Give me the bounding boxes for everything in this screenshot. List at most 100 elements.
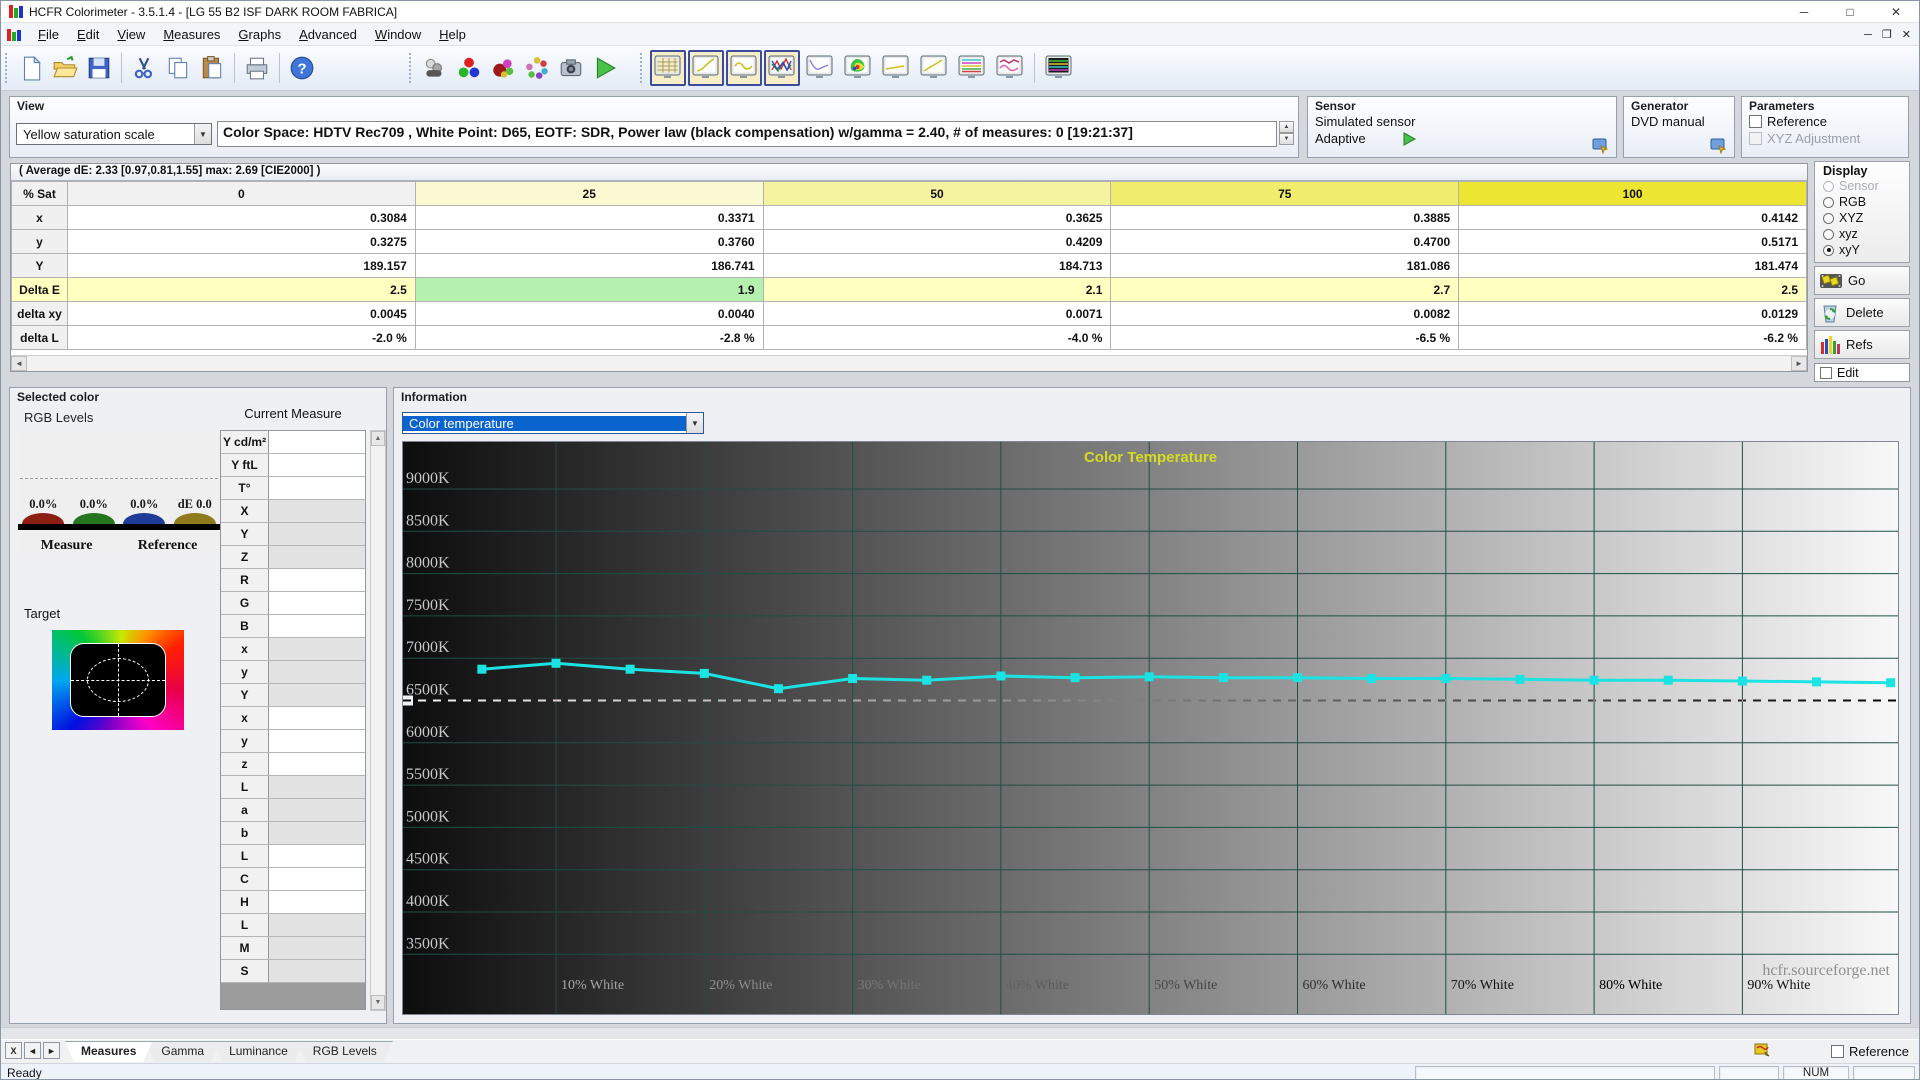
measure-row-value[interactable] <box>269 914 365 936</box>
cut-button[interactable] <box>127 51 161 85</box>
menu-graphs[interactable]: Graphs <box>229 24 290 45</box>
delete-button[interactable]: Delete <box>1814 298 1910 327</box>
radio-icon[interactable] <box>1823 196 1834 208</box>
go-button[interactable]: Go <box>1814 266 1910 295</box>
menu-measures[interactable]: Measures <box>154 24 229 45</box>
measure-row-value[interactable] <box>269 638 365 660</box>
close-tab-button[interactable]: X <box>5 1042 22 1059</box>
table-cell[interactable]: 0.3625 <box>762 205 1112 230</box>
close-button[interactable]: ✕ <box>1873 1 1919 23</box>
measure-row-value[interactable] <box>269 753 365 775</box>
measure-row-value[interactable] <box>269 661 365 683</box>
chevron-down-icon[interactable]: ▼ <box>686 413 703 433</box>
tab-luminance[interactable]: Luminance <box>213 1041 304 1062</box>
view-measures-grid-button[interactable] <box>650 50 686 86</box>
scroll-down-icon[interactable]: ▼ <box>371 995 385 1010</box>
table-cell[interactable]: 0.0045 <box>67 301 416 326</box>
table-cell[interactable]: 181.474 <box>1458 253 1807 278</box>
menu-file[interactable]: File <box>29 24 68 45</box>
menu-edit[interactable]: Edit <box>68 24 108 45</box>
edit-checkbox[interactable]: Edit <box>1814 363 1910 382</box>
refs-button[interactable]: Refs <box>1814 330 1910 359</box>
mdi-close-icon[interactable]: ✕ <box>1902 28 1911 41</box>
table-cell[interactable]: 2.1 <box>762 277 1112 302</box>
table-cell[interactable]: -6.2 % <box>1458 325 1807 350</box>
reference-checkbox[interactable]: Reference <box>1742 114 1908 131</box>
bottom-reference-checkbox[interactable]: Reference <box>1831 1044 1909 1059</box>
scroll-up-icon[interactable]: ▲ <box>371 431 385 446</box>
run-measures-button[interactable] <box>588 51 622 85</box>
table-cell[interactable]: 189.157 <box>67 253 416 278</box>
measure-row-value[interactable] <box>269 937 365 959</box>
about-help-button[interactable]: ? <box>285 51 319 85</box>
table-cell[interactable]: 1.9 <box>414 277 764 302</box>
view-gamma-diag-button[interactable] <box>916 50 952 86</box>
save-button[interactable] <box>82 51 116 85</box>
table-cell[interactable]: 0.4142 <box>1458 205 1807 230</box>
measure-row-value[interactable] <box>269 776 365 798</box>
minimize-button[interactable]: ─ <box>1781 1 1827 23</box>
table-horizontal-scrollbar[interactable]: ◄ ► <box>11 355 1807 371</box>
table-cell[interactable]: 184.713 <box>762 253 1112 278</box>
spinner-up-icon[interactable]: ▲ <box>1279 121 1294 133</box>
measure-row-value[interactable] <box>269 523 365 545</box>
tab-rgb-levels[interactable]: RGB Levels <box>297 1041 393 1062</box>
table-cell[interactable]: 0.3275 <box>67 229 416 254</box>
table-cell[interactable]: 0.3760 <box>414 229 764 254</box>
table-cell[interactable]: 2.5 <box>1458 277 1807 302</box>
open-file-button[interactable] <box>48 51 82 85</box>
table-cell[interactable]: -6.5 % <box>1110 325 1460 350</box>
menu-help[interactable]: Help <box>430 24 475 45</box>
view-nearwhite-curve-button[interactable] <box>726 50 762 86</box>
table-cell[interactable]: 0.0082 <box>1110 301 1460 326</box>
table-cell[interactable]: 0.3084 <box>67 205 416 230</box>
current-measure-scrollbar[interactable]: ▲ ▼ <box>370 430 386 1011</box>
measure-row-value[interactable] <box>269 707 365 729</box>
information-dropdown[interactable]: Color temperature ▼ <box>402 412 704 434</box>
generator-configure-icon[interactable] <box>1710 138 1728 154</box>
measure-row-value[interactable] <box>269 730 365 752</box>
new-document-button[interactable] <box>14 51 48 85</box>
checkbox-icon[interactable] <box>1831 1045 1845 1058</box>
table-cell[interactable]: -2.0 % <box>67 325 416 350</box>
measure-row-value[interactable] <box>269 454 365 476</box>
radio-icon[interactable] <box>1823 244 1834 256</box>
measure-row-value[interactable] <box>269 431 365 453</box>
table-cell[interactable]: 0.0071 <box>762 301 1112 326</box>
measure-row-value[interactable] <box>269 500 365 522</box>
table-cell[interactable]: 186.741 <box>414 253 764 278</box>
edit-colors-icon[interactable] <box>1753 1042 1771 1058</box>
measure-row-value[interactable] <box>269 799 365 821</box>
view-saturation-lines-button[interactable] <box>992 50 1028 86</box>
prev-tab-button[interactable]: ◄ <box>24 1042 41 1059</box>
mdi-minimize-icon[interactable]: ─ <box>1864 29 1872 41</box>
display-radio-xyz[interactable]: xyz <box>1819 226 1905 242</box>
measure-row-value[interactable] <box>269 960 365 982</box>
table-cell[interactable]: 0.3885 <box>1110 205 1460 230</box>
print-button[interactable] <box>240 51 274 85</box>
table-cell[interactable]: 0.4700 <box>1110 229 1460 254</box>
measure-row-value[interactable] <box>269 891 365 913</box>
display-radio-xyy[interactable]: xyY <box>1819 242 1905 258</box>
measure-row-value[interactable] <box>269 822 365 844</box>
view-rgb-levels-button[interactable] <box>764 50 800 86</box>
table-cell[interactable]: 0.3371 <box>414 205 764 230</box>
measure-row-value[interactable] <box>269 569 365 591</box>
radio-icon[interactable] <box>1823 212 1834 224</box>
checkbox-icon[interactable] <box>1749 115 1762 128</box>
paste-button[interactable] <box>195 51 229 85</box>
tab-measures[interactable]: Measures <box>65 1041 152 1062</box>
measure-row-value[interactable] <box>269 845 365 867</box>
maximize-button[interactable]: □ <box>1827 1 1873 23</box>
measure-row-value[interactable] <box>269 615 365 637</box>
view-gamma-curve-button[interactable] <box>688 50 724 86</box>
mdi-restore-icon[interactable]: ❐ <box>1882 28 1892 41</box>
scale-dropdown[interactable]: Yellow saturation scale ▼ <box>16 123 212 145</box>
radio-icon[interactable] <box>1823 228 1834 240</box>
rgb-measure-button[interactable] <box>452 51 486 85</box>
measure-row-value[interactable] <box>269 868 365 890</box>
sensor-run-icon[interactable] <box>1402 131 1416 146</box>
spinner-down-icon[interactable]: ▼ <box>1279 133 1294 145</box>
scroll-right-icon[interactable]: ► <box>1791 356 1807 371</box>
tab-gamma[interactable]: Gamma <box>145 1041 220 1062</box>
